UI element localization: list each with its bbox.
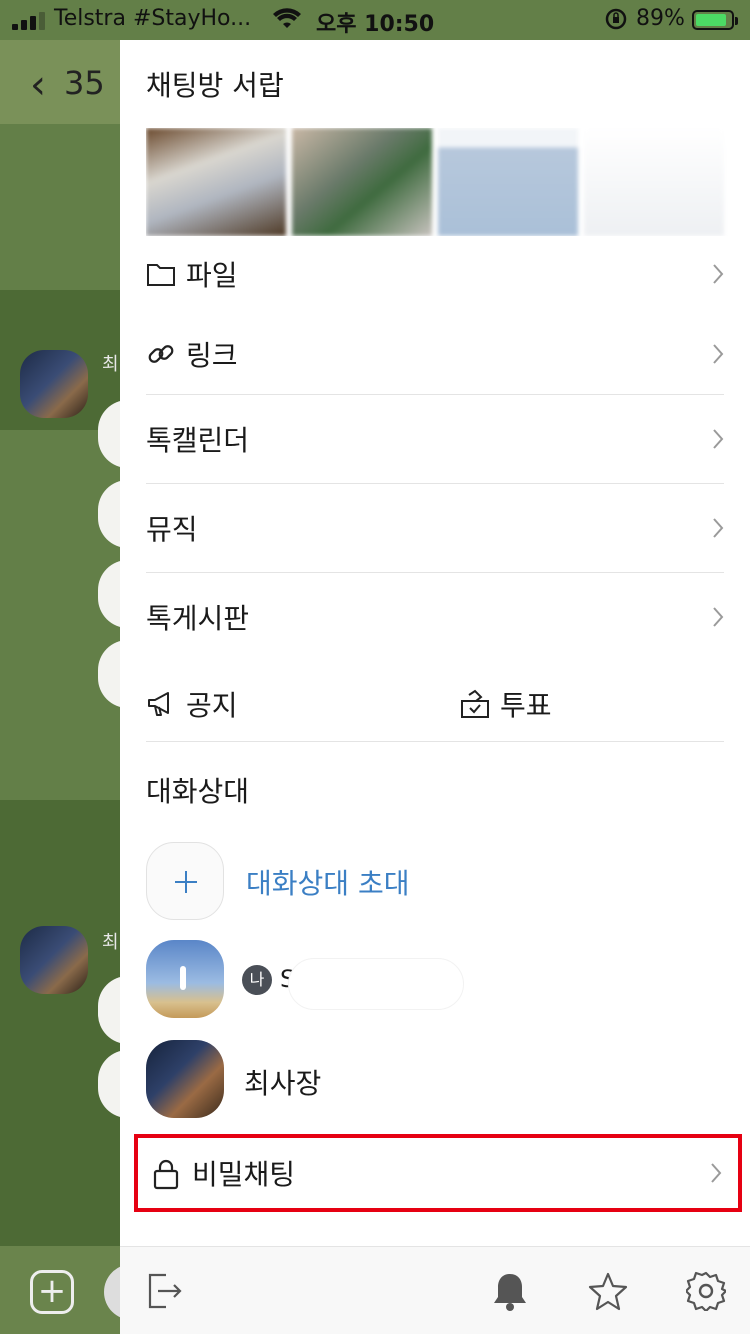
add-attachment-button[interactable]: +	[30, 1270, 74, 1314]
media-thumbnail[interactable]	[146, 128, 286, 236]
menu-item-label: 파일	[186, 259, 238, 292]
divider	[146, 394, 724, 395]
link-icon	[148, 345, 174, 363]
ballot-box-icon	[461, 689, 489, 718]
menu-item-music[interactable]: 뮤직	[146, 505, 724, 551]
media-thumbnail[interactable]	[584, 128, 724, 236]
secret-chat-label: 비밀채팅	[192, 1158, 296, 1191]
exit-icon[interactable]	[146, 1271, 186, 1311]
chevron-right-icon	[713, 264, 724, 284]
member-avatar[interactable]	[146, 940, 224, 1018]
menu-item-label: 톡캘린더	[146, 424, 250, 457]
members-section-title: 대화상대	[146, 775, 250, 808]
gear-icon[interactable]	[686, 1271, 726, 1311]
rotation-lock-icon	[604, 7, 628, 37]
bell-icon[interactable]	[490, 1271, 530, 1311]
background-grass	[0, 800, 130, 1300]
menu-item-label: 링크	[186, 339, 238, 372]
invite-member-label[interactable]: 대화상대 초대	[246, 862, 409, 902]
vote-label: 투표	[500, 689, 552, 722]
star-icon[interactable]	[588, 1271, 628, 1311]
menu-item-talk-board[interactable]: 톡게시판	[146, 594, 724, 640]
invite-member-button[interactable]	[146, 842, 224, 920]
menu-item-link[interactable]: 링크	[146, 332, 724, 376]
notice-button[interactable]: 공지	[146, 682, 426, 726]
avatar[interactable]	[20, 926, 88, 994]
menu-item-label: 톡게시판	[146, 602, 250, 635]
member-avatar[interactable]	[146, 1040, 224, 1118]
notice-label: 공지	[186, 689, 238, 722]
sender-name: 최	[102, 932, 119, 953]
media-thumbnail[interactable]	[292, 128, 432, 236]
member-name[interactable]: 최사장	[244, 1062, 321, 1102]
divider	[146, 741, 724, 742]
divider	[146, 483, 724, 484]
battery-fill	[696, 14, 727, 26]
signal-icon	[12, 12, 45, 30]
chevron-right-icon	[713, 344, 724, 364]
name-overlay	[288, 958, 464, 1010]
clock: 오후 10:50	[316, 12, 435, 37]
carrier-name: Telstra #StayHo...	[54, 6, 252, 31]
back-icon[interactable]: ‹	[30, 62, 46, 108]
chevron-right-icon	[713, 429, 724, 449]
menu-item-label: 뮤직	[146, 513, 198, 546]
chevron-right-icon	[713, 518, 724, 538]
drawer-toolbar	[120, 1246, 750, 1334]
divider	[146, 572, 724, 573]
chat-drawer-panel: 채팅방 서랍 파일 링크 톡캘린더 뮤직 톡게시판 공지 투표 대화상대 대화상…	[120, 40, 750, 1334]
avatar[interactable]	[20, 350, 88, 418]
folder-icon	[147, 264, 175, 286]
chevron-right-icon	[711, 1163, 722, 1183]
media-gallery[interactable]	[146, 128, 750, 236]
chevron-right-icon	[713, 607, 724, 627]
wifi-icon	[272, 8, 302, 38]
lock-icon	[153, 1159, 179, 1190]
media-thumbnail[interactable]	[438, 128, 578, 236]
menu-item-talk-calendar[interactable]: 톡캘린더	[146, 416, 724, 462]
back-count: 35	[64, 64, 105, 102]
megaphone-icon	[148, 692, 169, 716]
battery-icon	[692, 10, 738, 30]
vote-button[interactable]: 투표	[460, 682, 660, 726]
me-badge: 나	[242, 965, 272, 995]
status-bar: Telstra #StayHo... 오후 10:50 89%	[0, 0, 750, 40]
menu-item-file[interactable]: 파일	[146, 252, 724, 296]
secret-chat-item[interactable]: 비밀채팅	[134, 1134, 742, 1212]
drawer-title: 채팅방 서랍	[146, 69, 284, 102]
sender-name: 최	[102, 354, 119, 375]
battery-percent: 89%	[636, 6, 685, 31]
